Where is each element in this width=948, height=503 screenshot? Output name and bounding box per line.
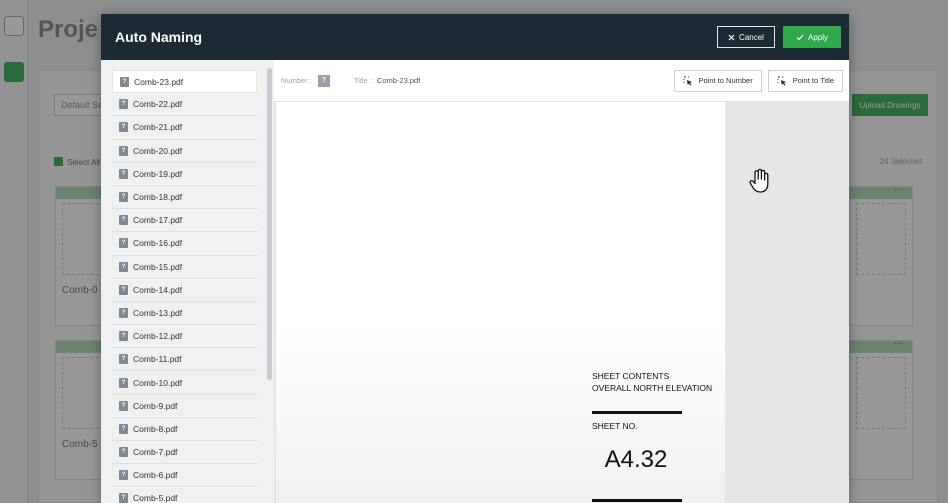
unknown-number-badge-icon: ? xyxy=(119,423,128,434)
unknown-number-badge-icon: ? xyxy=(119,307,128,318)
unknown-number-badge-icon: ? xyxy=(120,76,129,87)
modal-title: Auto Naming xyxy=(115,29,203,45)
title-block-rule xyxy=(592,411,682,414)
title-block-rule xyxy=(592,499,682,502)
file-name: Comb-22.pdf xyxy=(133,99,183,110)
sheet-contents-heading: SHEET CONTENTS xyxy=(592,371,670,381)
sheet-contents-value: OVERALL NORTH ELEVATION xyxy=(592,383,713,393)
file-name: Comb-7.pdf xyxy=(133,447,178,458)
file-name: Comb-10.pdf xyxy=(133,377,183,388)
file-list-item[interactable]: ? Comb-7.pdf xyxy=(112,441,257,465)
file-list-item[interactable]: ? Comb-23.pdf xyxy=(112,70,257,94)
file-list-item[interactable]: ? Comb-8.pdf xyxy=(112,418,257,441)
modal-header: Auto Naming Cancel Apply xyxy=(101,14,849,60)
file-list-item[interactable]: ? Comb-10.pdf xyxy=(112,371,257,395)
unknown-number-badge-icon: ? xyxy=(119,261,128,272)
hand-cursor-icon xyxy=(749,168,769,193)
file-list-item[interactable]: ? Comb-9.pdf xyxy=(112,395,257,418)
unknown-number-badge-icon: ? xyxy=(119,447,128,458)
file-list-item[interactable]: ? Comb-19.pdf xyxy=(112,163,257,186)
cursor-select-icon xyxy=(777,76,786,86)
file-name: Comb-6.pdf xyxy=(133,470,178,481)
file-list-item[interactable]: ? Comb-20.pdf xyxy=(112,140,257,163)
file-list-item[interactable]: ? Comb-13.pdf xyxy=(112,302,257,326)
document-viewer: Number : ? Title : Comb-23.pdf Point to … xyxy=(274,60,849,503)
file-name: Comb-12.pdf xyxy=(133,331,183,342)
file-list-scrollbar[interactable] xyxy=(267,68,272,380)
file-name: Comb-11.pdf xyxy=(133,354,182,365)
check-icon xyxy=(796,34,804,40)
apply-button[interactable]: Apply xyxy=(783,26,841,48)
file-name: Comb-23.pdf xyxy=(134,76,184,87)
unknown-number-badge-icon: ? xyxy=(119,284,128,295)
file-list-item[interactable]: ? Comb-21.pdf xyxy=(112,116,257,140)
unknown-number-badge-icon: ? xyxy=(119,99,128,110)
sheet-number: A4.32 xyxy=(604,446,668,473)
file-list-item[interactable]: ? Comb-6.pdf xyxy=(112,464,257,488)
close-icon xyxy=(728,34,735,40)
file-name: Comb-16.pdf xyxy=(133,238,183,249)
file-list-item[interactable]: ? Comb-14.pdf xyxy=(112,279,257,302)
modal-body: ? Comb-23.pdf? Comb-22.pdf? Comb-21.pdf? Com… xyxy=(101,60,849,503)
unknown-number-badge-icon: ? xyxy=(119,238,128,249)
apply-button-label: Apply xyxy=(807,32,828,42)
unknown-number-badge-icon: ? xyxy=(119,192,128,203)
file-name: Comb-20.pdf xyxy=(133,145,183,156)
file-name: Comb-13.pdf xyxy=(133,307,183,318)
file-list-item[interactable]: ? Comb-5.pdf xyxy=(112,487,257,503)
file-list-item[interactable]: ? Comb-22.pdf xyxy=(112,93,257,117)
cancel-button[interactable]: Cancel xyxy=(717,26,775,48)
auto-naming-modal: Auto Naming Cancel Apply ? Comb-23.pdf? Co… xyxy=(101,14,849,503)
point-to-title-label: Point to Title xyxy=(792,76,834,85)
unknown-number-badge-icon: ? xyxy=(119,331,128,342)
point-to-number-label: Point to Number xyxy=(698,76,753,85)
unknown-number-badge-icon: ? xyxy=(119,470,128,481)
cursor-select-icon xyxy=(683,76,692,86)
file-list-item[interactable]: ? Comb-12.pdf xyxy=(112,325,257,349)
number-value[interactable]: ? xyxy=(317,74,330,87)
cancel-button-label: Cancel xyxy=(739,32,764,42)
sheet-no-heading: SHEET NO. xyxy=(592,421,638,431)
file-list-item[interactable]: ? Comb-15.pdf xyxy=(112,256,257,279)
unknown-number-badge-icon: ? xyxy=(119,493,128,503)
file-name: Comb-19.pdf xyxy=(133,168,183,179)
title-label: Title : xyxy=(353,76,372,85)
file-list-items: ? Comb-23.pdf? Comb-22.pdf? Comb-21.pdf? Com… xyxy=(112,70,257,503)
unknown-number-badge-icon: ? xyxy=(119,354,128,365)
unknown-number-badge-icon: ? xyxy=(119,122,128,133)
file-list: ? Comb-23.pdf? Comb-22.pdf? Comb-21.pdf? Com… xyxy=(101,60,274,503)
title-value[interactable]: Comb-23.pdf xyxy=(377,76,420,85)
unknown-number-badge-icon: ? xyxy=(119,377,128,388)
viewer-toolbar: Number : ? Title : Comb-23.pdf Point to … xyxy=(274,60,849,102)
file-name: Comb-21.pdf xyxy=(133,122,183,133)
file-name: Comb-18.pdf xyxy=(133,192,183,203)
file-name: Comb-5.pdf xyxy=(133,493,178,503)
number-label: Number : xyxy=(281,76,312,85)
unknown-number-badge-icon: ? xyxy=(119,145,128,156)
file-name: Comb-9.pdf xyxy=(133,400,178,411)
file-name: Comb-15.pdf xyxy=(133,261,183,272)
unknown-number-badge-icon: ? xyxy=(119,168,128,179)
file-list-item[interactable]: ? Comb-18.pdf xyxy=(112,186,257,210)
file-name: Comb-17.pdf xyxy=(133,215,183,226)
point-to-title-button[interactable]: Point to Title xyxy=(767,69,843,92)
unknown-number-badge-icon: ? xyxy=(119,215,128,226)
point-to-number-button[interactable]: Point to Number xyxy=(673,69,762,92)
drawing-page[interactable]: SHEET CONTENTS OVERALL NORTH ELEVATION S… xyxy=(276,102,725,503)
unknown-number-badge-icon: ? xyxy=(119,400,128,411)
file-name: Comb-14.pdf xyxy=(133,284,183,295)
file-list-item[interactable]: ? Comb-11.pdf xyxy=(112,348,257,372)
file-name: Comb-8.pdf xyxy=(133,423,178,434)
file-list-item[interactable]: ? Comb-16.pdf xyxy=(112,232,257,256)
file-list-item[interactable]: ? Comb-17.pdf xyxy=(112,209,257,233)
